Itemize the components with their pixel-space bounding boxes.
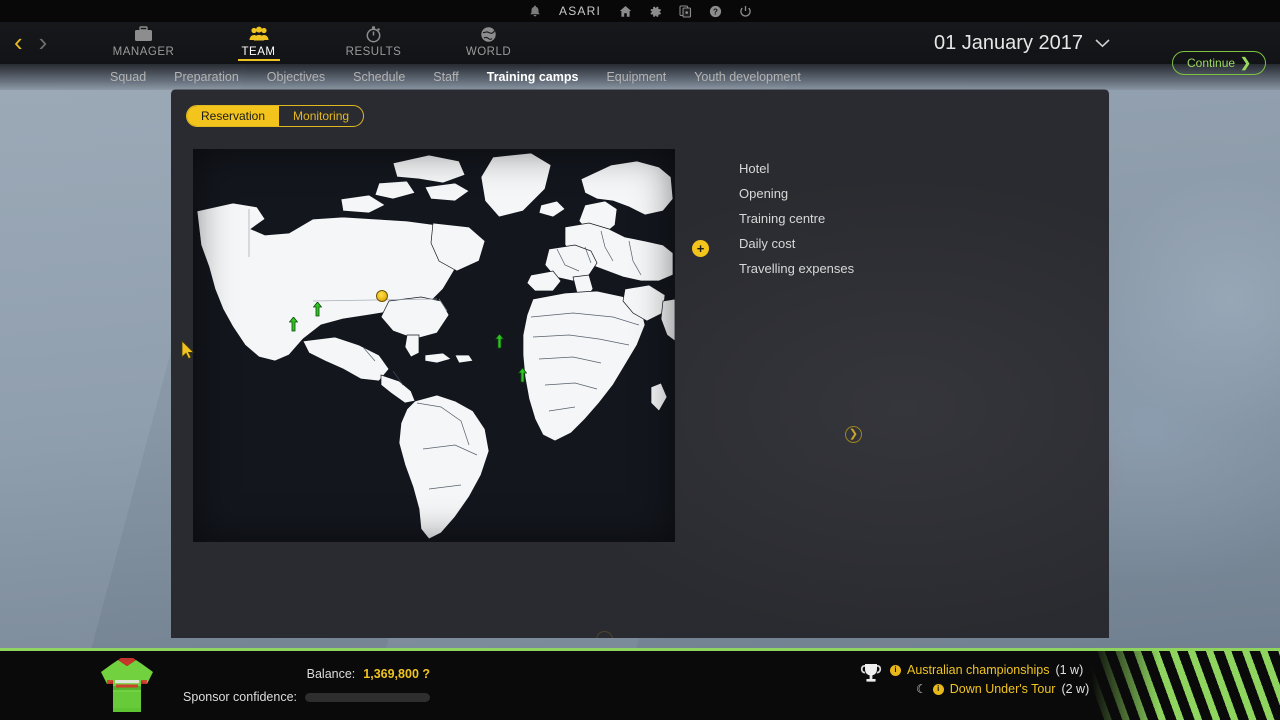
balance-row: Balance: 1,369,800 ? <box>180 665 430 683</box>
svg-text:?: ? <box>713 7 718 16</box>
info-badge-icon-2: i <box>932 683 944 695</box>
race-rows: i Australian championships (1 w) ☾ i Dow… <box>890 663 1089 696</box>
race-duration-australian-championships: (1 w) <box>1055 663 1084 677</box>
subnav-item-objectives[interactable]: Objectives <box>253 70 339 84</box>
detail-label-daily-cost: Daily cost <box>739 236 796 251</box>
chevron-down-icon[interactable] <box>1095 35 1110 52</box>
race-name-australian-championships: Australian championships <box>907 663 1050 677</box>
camp-marker-west-africa[interactable] <box>518 368 527 383</box>
help-icon[interactable]: ? <box>707 3 723 19</box>
subnav-item-staff[interactable]: Staff <box>419 70 472 84</box>
subnav-item-equipment[interactable]: Equipment <box>592 70 680 84</box>
map-pan-right-button[interactable]: ❯ <box>845 426 862 443</box>
bottom-status-bar: Balance: 1,369,800 ? Sponsor confidence: <box>0 648 1280 720</box>
subnav-item-schedule[interactable]: Schedule <box>339 70 419 84</box>
detail-label-training-centre: Training centre <box>739 211 826 226</box>
current-date-label: 01 January 2017 <box>933 31 1083 54</box>
finance-block: Balance: 1,369,800 ? Sponsor confidence: <box>180 665 430 706</box>
training-camps-panel: Reservation Monitoring + ❯ Hotel Opening… <box>171 89 1109 638</box>
tab-reservation[interactable]: Reservation <box>187 106 280 126</box>
selected-camp-marker[interactable] <box>376 290 388 302</box>
subnav-item-preparation[interactable]: Preparation <box>160 70 253 84</box>
nav-label-results: RESULTS <box>345 46 402 58</box>
team-jersey-icon[interactable] <box>98 656 156 720</box>
world-map[interactable] <box>193 149 675 542</box>
race-row-australian-championships[interactable]: i Australian championships (1 w) <box>890 663 1089 677</box>
sub-navigation-bar: Squad Preparation Objectives Schedule St… <box>0 64 1280 90</box>
stopwatch-icon <box>365 24 382 44</box>
gear-icon[interactable] <box>647 3 663 19</box>
home-icon[interactable] <box>617 3 633 19</box>
nav-section-results[interactable]: RESULTS <box>316 22 431 64</box>
map-pan-down-button[interactable]: ⌄ <box>596 631 613 638</box>
race-name-down-unders-tour: Down Under's Tour <box>949 682 1056 696</box>
nav-section-manager[interactable]: MANAGER <box>86 22 201 64</box>
detail-label-hotel: Hotel <box>739 161 770 176</box>
game-screen: ASARI ? ‹ › MANAGER TEAM RESULTS WORLD 0… <box>0 0 1280 720</box>
view-mode-toggle: Reservation Monitoring <box>186 105 365 127</box>
copy-icon[interactable] <box>677 3 693 19</box>
camp-details-list: Hotel Opening Training centre Daily cost… <box>739 161 854 276</box>
moon-icon: ☾ <box>916 682 927 696</box>
balance-label: Balance: <box>306 667 356 681</box>
tab-monitoring[interactable]: Monitoring <box>279 106 363 126</box>
bell-icon[interactable] <box>527 3 543 19</box>
power-icon[interactable] <box>737 3 753 19</box>
continue-button[interactable]: Continue ❯ <box>1172 51 1266 75</box>
nav-forward-button[interactable]: › <box>39 28 48 56</box>
camp-marker-west-usa[interactable] <box>289 317 298 332</box>
subnav-item-squad[interactable]: Squad <box>96 70 160 84</box>
globe-icon <box>480 24 497 44</box>
sponsor-confidence-label: Sponsor confidence: <box>183 690 297 704</box>
upcoming-races-block: i Australian championships (1 w) ☾ i Dow… <box>860 663 1089 696</box>
balance-value: 1,369,800 ? <box>363 667 430 681</box>
nav-label-team: TEAM <box>241 46 276 58</box>
nav-active-underline <box>237 59 280 61</box>
mouse-cursor <box>181 340 195 365</box>
nav-label-manager: MANAGER <box>112 46 175 58</box>
map-zoom-in-button[interactable]: + <box>692 240 709 257</box>
detail-label-travelling-expenses: Travelling expenses <box>739 261 855 276</box>
top-system-bar: ASARI ? <box>0 0 1280 22</box>
continue-label: Continue <box>1187 56 1236 70</box>
world-map-landmasses <box>193 149 675 542</box>
subnav-item-youth-development[interactable]: Youth development <box>680 70 815 84</box>
detail-label-opening: Opening <box>739 186 789 201</box>
nav-sections: MANAGER TEAM RESULTS WORLD <box>86 22 546 64</box>
people-icon <box>249 24 269 44</box>
nav-back-button[interactable]: ‹ <box>14 28 23 56</box>
briefcase-icon <box>134 24 153 44</box>
sponsor-confidence-bar <box>305 692 430 702</box>
camp-marker-north-africa[interactable] <box>495 334 504 349</box>
main-navigation-bar: ‹ › MANAGER TEAM RESULTS WORLD 01 Januar… <box>0 22 1280 75</box>
info-badge-icon: i <box>890 664 901 676</box>
nav-section-world[interactable]: WORLD <box>431 22 546 64</box>
team-brand-label: ASARI <box>558 4 601 18</box>
chevron-right-icon: ❯ <box>1240 55 1251 70</box>
nav-label-world: WORLD <box>465 46 512 58</box>
race-duration-down-unders-tour: (2 w) <box>1061 682 1090 696</box>
sponsor-confidence-row: Sponsor confidence: <box>180 688 430 706</box>
history-arrows: ‹ › <box>14 28 47 56</box>
race-row-down-unders-tour[interactable]: ☾ i Down Under's Tour (2 w) <box>890 682 1089 696</box>
nav-section-team[interactable]: TEAM <box>201 22 316 64</box>
date-selector[interactable]: 01 January 2017 <box>934 22 1110 64</box>
trophy-icon <box>860 663 882 687</box>
subnav-item-training-camps[interactable]: Training camps <box>473 70 593 84</box>
camp-marker-central-usa[interactable] <box>313 302 322 317</box>
